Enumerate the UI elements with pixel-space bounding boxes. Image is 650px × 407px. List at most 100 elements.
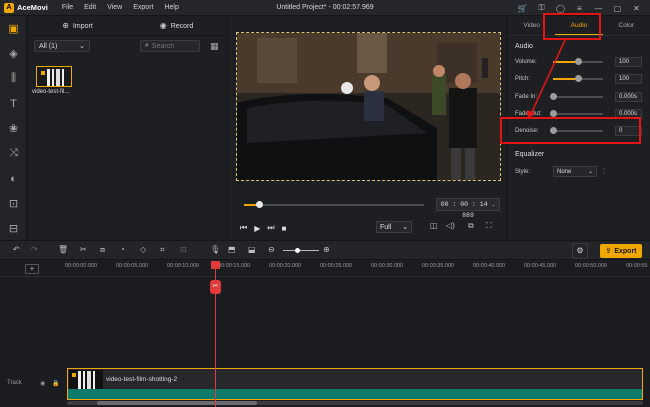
properties-panel: Video Audio Color Audio Volume: 100 Pitc…: [508, 16, 650, 240]
search-icon: ⌕: [145, 42, 149, 49]
split-icon[interactable]: ⧈: [100, 245, 105, 255]
media-search[interactable]: ⌕: [140, 40, 200, 52]
fade-out-value[interactable]: 0.000s: [615, 109, 642, 119]
redo-icon[interactable]: ↷: [31, 245, 38, 254]
volume-row: Volume: 100: [515, 56, 645, 68]
search-input[interactable]: [151, 42, 196, 50]
import-button[interactable]: ⊕ Import: [28, 21, 127, 30]
clip-thumbnail-icon: [69, 370, 103, 390]
menu-export[interactable]: Export: [133, 4, 153, 11]
account-icon[interactable]: ◯: [551, 4, 570, 13]
preview-progress-row: 00 : 00 : 14 . 889: [228, 198, 508, 219]
time-ruler[interactable]: + 00:00:00.000 00:00:05.000 00:00:10.000 00…: [0, 261, 650, 277]
speed-icon[interactable]: ◔: [120, 245, 125, 254]
effects-icon[interactable]: ❀: [0, 116, 27, 141]
fade-in-value[interactable]: 0.000s: [615, 92, 642, 102]
timeline: + 00:00:00.000 00:00:05.000 00:00:10.000 00…: [0, 261, 650, 407]
freeze-icon[interactable]: ⊡: [180, 245, 187, 254]
volume-slider[interactable]: [553, 58, 603, 65]
layers-icon[interactable]: ◈: [0, 41, 27, 66]
zoom-slider[interactable]: [283, 250, 319, 251]
delete-icon[interactable]: 🗑: [58, 245, 68, 254]
pitch-slider[interactable]: [553, 75, 603, 82]
slider-knob[interactable]: [550, 110, 557, 117]
window-controls: 🛒 ⚿ ◯ ≡ — ▢ ✕: [513, 0, 646, 16]
media-folder-icon[interactable]: ▣: [0, 16, 27, 41]
import-icon: ⊕: [62, 21, 69, 30]
close-icon[interactable]: ✕: [627, 4, 646, 13]
media-filter-select[interactable]: All (1) ⌄: [34, 40, 90, 52]
zoom-knob[interactable]: [295, 248, 300, 253]
add-track-button[interactable]: +: [25, 264, 39, 274]
stop-icon[interactable]: ■: [282, 224, 287, 233]
lock-icon[interactable]: 🔒: [52, 380, 59, 387]
export-button[interactable]: ⇪ Export: [600, 244, 642, 258]
element-icon[interactable]: ⊡: [0, 191, 27, 216]
marker-icon[interactable]: ⬒: [228, 245, 236, 254]
key-icon[interactable]: ⚿: [532, 3, 551, 13]
media-thumbnail[interactable]: [36, 66, 72, 87]
menu-help[interactable]: Help: [164, 4, 178, 11]
acemovi-logo-icon: A: [4, 2, 14, 13]
detach-icon[interactable]: ⬓: [248, 245, 256, 254]
menu-file[interactable]: File: [62, 4, 73, 11]
fade-out-slider[interactable]: [550, 110, 603, 117]
progress-knob[interactable]: [256, 201, 264, 208]
denoise-slider[interactable]: [550, 127, 603, 134]
microphone-icon[interactable]: 🎙: [210, 245, 220, 254]
fade-in-slider[interactable]: [550, 93, 603, 100]
denoise-value[interactable]: 0: [615, 126, 642, 136]
picture-in-picture-icon[interactable]: ⧉: [468, 221, 474, 231]
slider-knob[interactable]: [550, 127, 557, 134]
pitch-value[interactable]: 100: [615, 74, 642, 84]
minimize-icon[interactable]: —: [589, 4, 608, 13]
playhead-handle[interactable]: [211, 261, 220, 269]
keyframe-icon[interactable]: ◇: [140, 245, 146, 254]
preview-progress-bar[interactable]: [244, 201, 424, 208]
tab-color[interactable]: Color: [603, 16, 650, 35]
fullscreen-icon[interactable]: ⛶: [486, 221, 492, 231]
transition-icon[interactable]: ⤨: [0, 141, 27, 166]
zoom-in-icon[interactable]: ⊕: [323, 245, 330, 254]
cart-icon[interactable]: 🛒: [513, 4, 532, 13]
text-icon[interactable]: T: [0, 91, 27, 116]
menu-view[interactable]: View: [107, 4, 122, 11]
previous-frame-icon[interactable]: ⏮: [240, 223, 247, 233]
equalizer-style-select[interactable]: None ⌄: [553, 166, 597, 177]
scrollbar-thumb[interactable]: [97, 401, 257, 405]
export-icon: ⇪: [605, 248, 612, 255]
tab-audio[interactable]: Audio: [555, 16, 603, 35]
eye-icon[interactable]: ◉: [40, 380, 45, 387]
timeline-settings-icon[interactable]: ⚙: [572, 243, 588, 259]
timeline-clip[interactable]: video-test-film-shotting-2: [67, 368, 643, 400]
sticker-icon[interactable]: ⊟: [0, 216, 27, 241]
undo-icon[interactable]: ↶: [13, 245, 20, 254]
export-label: Export: [614, 247, 637, 255]
filter-icon[interactable]: ◐: [0, 166, 27, 191]
video-frame[interactable]: [236, 32, 501, 181]
volume-icon[interactable]: ◁): [446, 221, 455, 230]
maximize-icon[interactable]: ▢: [608, 4, 627, 13]
hamburger-menu-icon[interactable]: ≡: [570, 4, 589, 13]
slider-knob[interactable]: [575, 58, 582, 65]
next-frame-icon[interactable]: ⏭: [267, 223, 274, 233]
volume-value[interactable]: 100: [615, 57, 642, 67]
cut-icon[interactable]: ✂: [80, 245, 87, 254]
grid-view-icon[interactable]: ▦: [210, 41, 219, 52]
equalizer-settings-icon[interactable]: ⫶: [603, 167, 605, 177]
play-icon[interactable]: ▶: [254, 224, 260, 233]
record-button[interactable]: ◉ Record: [127, 21, 226, 30]
slider-knob[interactable]: [575, 75, 582, 82]
slider-knob[interactable]: [550, 93, 557, 100]
zoom-out-icon[interactable]: ⊖: [268, 245, 275, 254]
track-label: Track: [7, 380, 22, 386]
audio-wave-icon[interactable]: ⫼: [0, 66, 27, 91]
tab-video[interactable]: Video: [508, 16, 555, 35]
menu-edit[interactable]: Edit: [84, 4, 96, 11]
quality-select[interactable]: Full ⌄: [376, 221, 412, 233]
scissors-icon[interactable]: ✂: [210, 280, 221, 294]
snapshot-icon[interactable]: ◫: [430, 221, 438, 230]
crop-icon[interactable]: ⌗: [160, 245, 165, 255]
timeline-scrollbar[interactable]: [67, 401, 643, 405]
volume-label: Volume:: [515, 59, 537, 65]
